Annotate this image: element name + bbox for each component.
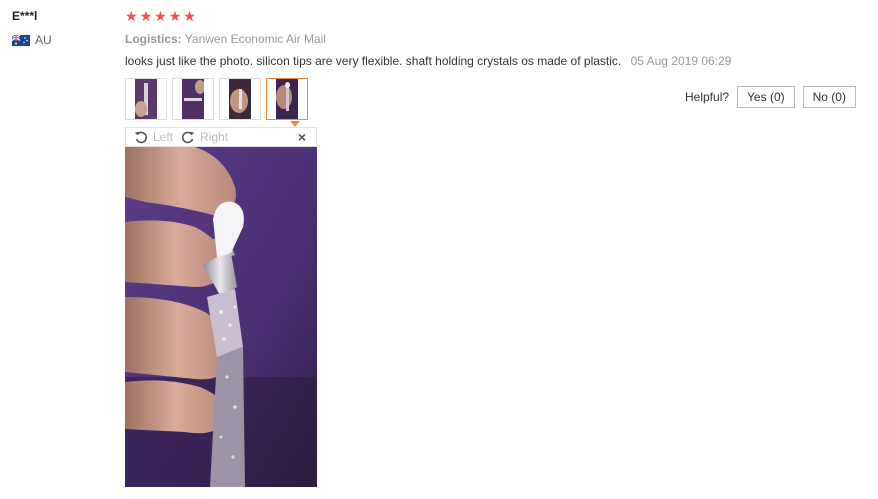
photo-thumbnail-1[interactable]: [125, 78, 167, 120]
rotate-left-button[interactable]: Left: [134, 130, 173, 144]
country-code: AU: [35, 33, 52, 47]
logistics-label: Logistics:: [125, 32, 182, 46]
rotate-left-label: Left: [153, 130, 174, 144]
star-icon: ★: [183, 8, 196, 24]
reviewer-name: E***l: [12, 9, 38, 23]
review-text: looks just like the photo. silicon tips …: [125, 54, 622, 68]
reviewer-country: AU: [12, 33, 52, 47]
star-icon: ★: [125, 8, 138, 24]
star-icon: ★: [139, 8, 153, 24]
logistics-value: Yanwen Economic Air Mail: [184, 32, 326, 46]
logistics-info: Logistics: Yanwen Economic Air Mail: [125, 32, 326, 46]
photo-thumbnail-3[interactable]: [219, 78, 261, 120]
close-viewer-button[interactable]: ×: [298, 129, 306, 145]
helpful-no-button[interactable]: No (0): [802, 86, 856, 108]
star-icon: ★: [168, 8, 182, 24]
rotate-right-icon: [181, 131, 195, 144]
rotate-right-label: Right: [200, 130, 229, 144]
review-date: 05 Aug 2019 06:29: [630, 54, 732, 68]
review-body: looks just like the photo. silicon tips …: [125, 54, 731, 68]
review-photo-image: [229, 79, 251, 119]
helpful-yes-button[interactable]: Yes (0): [737, 86, 795, 108]
rotate-left-icon: [134, 131, 148, 144]
helpful-label: Helpful?: [685, 90, 730, 104]
photo-thumbnails: [125, 78, 308, 120]
photo-thumbnail-2[interactable]: [172, 78, 214, 120]
review-photo-large: [125, 147, 317, 487]
review-photo-image: [182, 79, 204, 119]
rotate-right-button[interactable]: Right: [181, 130, 228, 144]
photo-thumbnail-4[interactable]: [266, 78, 308, 120]
star-icon: ★: [154, 8, 167, 24]
helpful-section: Helpful? Yes (0) No (0): [685, 86, 856, 108]
star-rating: ★ ★ ★ ★ ★: [125, 9, 196, 23]
image-viewer-toolbar: Left Right ×: [125, 127, 317, 147]
review-photo-image: [135, 79, 157, 119]
review-photo-image: [276, 79, 298, 119]
australia-flag-icon: [12, 34, 30, 46]
